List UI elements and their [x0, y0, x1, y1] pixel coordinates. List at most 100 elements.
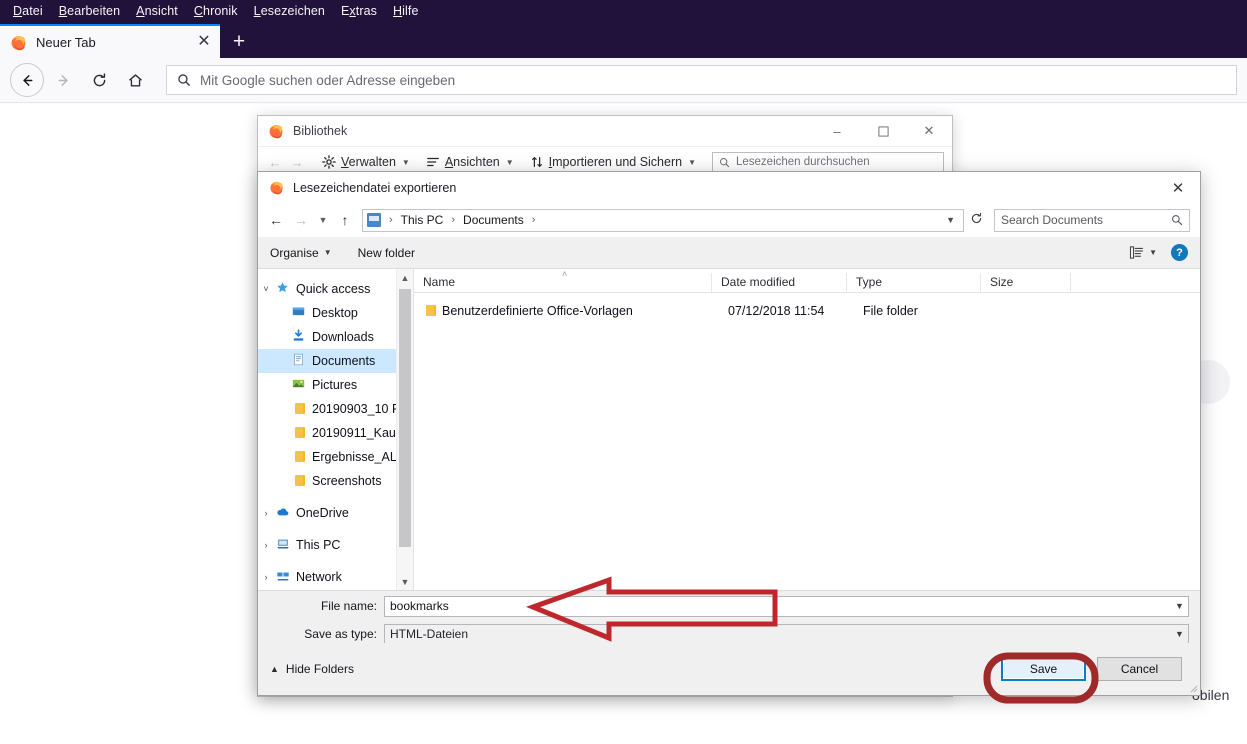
tree-item-label: 20190911_Kaufb [312, 426, 407, 440]
library-search-input[interactable]: Lesezeichen durchsuchen [712, 151, 944, 173]
tree-item-label: Ergebnisse_ALT [312, 450, 404, 464]
filetype-select[interactable]: HTML-Dateien ▼ [384, 623, 1189, 645]
tab-neuer-tab[interactable]: Neuer Tab ✕ [0, 24, 220, 58]
tree-item-desktop[interactable]: Desktop 📌 [258, 301, 413, 325]
firefox-logo-icon [269, 125, 283, 139]
menu-item-lesezeichen[interactable]: Lesezeichen [247, 2, 332, 20]
column-header-date-modified[interactable]: Date modified [711, 273, 846, 292]
chevron-down-icon[interactable]: ▼ [1171, 629, 1188, 639]
chevron-down-icon[interactable]: ▼ [397, 573, 413, 590]
chevron-down-icon[interactable]: ▼ [1171, 601, 1188, 611]
tree-item-label: 20190903_10 Rat [312, 402, 409, 416]
chevron-down-icon[interactable]: ▼ [942, 215, 959, 225]
organise-button[interactable]: Organise ▼ [270, 246, 332, 260]
filename-label: File name: [320, 599, 377, 613]
forward-arrow-icon[interactable] [46, 63, 80, 97]
navigation-toolbar: Mit Google suchen oder Adresse eingeben [0, 58, 1247, 103]
tree-item-this-pc[interactable]: › This PC [258, 533, 413, 557]
menu-item-extras[interactable]: Extras [334, 2, 384, 20]
filename-value: bookmarks [390, 599, 449, 613]
home-icon[interactable] [118, 63, 152, 97]
view-layout-button[interactable]: ▼ [1129, 245, 1157, 260]
forward-arrow-icon[interactable]: → [289, 208, 313, 232]
folder-icon [290, 473, 307, 489]
cancel-button[interactable]: Cancel [1097, 657, 1182, 681]
help-icon[interactable]: ? [1171, 244, 1188, 261]
library-back-icon[interactable]: ← [266, 155, 284, 170]
maximize-button[interactable] [860, 116, 906, 146]
search-icon [178, 74, 190, 86]
column-header-type[interactable]: Type [846, 273, 980, 292]
filetype-value: HTML-Dateien [390, 627, 469, 641]
library-import-export-menu[interactable]: Importieren und Sichern ▼ [524, 153, 702, 171]
chevron-right-icon[interactable]: › [258, 540, 274, 550]
scrollbar-thumb[interactable] [399, 289, 411, 547]
tree-item-folder-20190903[interactable]: 20190903_10 Rat [258, 397, 413, 421]
tree-item-downloads[interactable]: Downloads 📌 [258, 325, 413, 349]
tree-item-folder-20190911[interactable]: 20190911_Kaufb [258, 421, 413, 445]
library-views-menu[interactable]: Ansichten ▼ [420, 153, 520, 171]
firefox-logo-icon [270, 181, 283, 195]
filetype-label: Save as type: [304, 627, 377, 641]
refresh-icon[interactable] [965, 212, 987, 228]
chevron-down-icon[interactable]: ▼ [314, 208, 332, 232]
search-documents-input[interactable]: Search Documents [994, 208, 1190, 232]
tree-item-label: Desktop [312, 306, 358, 320]
menu-item-chronik[interactable]: Chronik [187, 2, 245, 20]
breadcrumb-separator: › [451, 214, 456, 226]
dialog-address-row: ← → ▼ ↑ › This PC › Documents › ▼ Search… [258, 203, 1200, 237]
pictures-icon [290, 377, 307, 393]
url-bar[interactable]: Mit Google suchen oder Adresse eingeben [166, 65, 1237, 95]
folder-icon [290, 425, 307, 441]
close-icon[interactable]: ✕ [194, 32, 214, 52]
address-bar[interactable]: › This PC › Documents › ▼ [362, 208, 964, 232]
library-forward-icon[interactable]: → [288, 155, 306, 170]
tree-item-label: Pictures [312, 378, 358, 392]
menu-item-ansicht[interactable]: Ansicht [129, 2, 185, 20]
export-bookmarks-dialog: Lesezeichendatei exportieren ✕ ← → ▼ ↑ ›… [257, 171, 1201, 696]
breadcrumb-documents[interactable]: Documents [463, 213, 524, 227]
tab-title: Neuer Tab [36, 34, 96, 50]
close-button[interactable]: ✕ [906, 116, 952, 146]
menu-item-datei[interactable]: Datei [6, 2, 50, 20]
cell-date-modified: 07/12/2018 11:54 [728, 303, 825, 318]
breadcrumb-separator: › [531, 214, 536, 226]
breadcrumb-this-pc[interactable]: This PC [401, 213, 444, 227]
menu-item-bearbeiten[interactable]: Bearbeiten [52, 2, 127, 20]
save-button[interactable]: Save [1001, 657, 1086, 681]
url-bar-placeholder: Mit Google suchen oder Adresse eingeben [200, 72, 456, 88]
tree-item-documents[interactable]: Documents 📌 [258, 349, 413, 373]
back-arrow-icon[interactable]: ← [264, 208, 288, 232]
new-tab-button[interactable]: + [222, 24, 256, 58]
tree-item-pictures[interactable]: Pictures 📌 [258, 373, 413, 397]
reload-icon[interactable] [82, 63, 116, 97]
filename-input[interactable]: bookmarks ▼ [384, 595, 1189, 617]
library-manage-menu[interactable]: Verwalten ▼ [316, 153, 416, 171]
chevron-right-icon[interactable]: › [258, 572, 274, 582]
tree-item-network[interactable]: › Network [258, 565, 413, 589]
resize-grip-icon[interactable] [1188, 683, 1198, 693]
chevron-down-icon[interactable]: ˅ [258, 284, 274, 294]
chevron-up-icon[interactable]: ▲ [397, 269, 413, 286]
tree-item-quick-access[interactable]: ˅ Quick access [258, 277, 413, 301]
tree-item-label: Screenshots [312, 474, 382, 488]
navigation-pane-scrollbar[interactable]: ▲ ▼ [396, 269, 413, 590]
minimize-button[interactable]: – [814, 116, 860, 146]
column-header-size[interactable]: Size [980, 273, 1070, 292]
close-icon[interactable]: ✕ [1156, 173, 1200, 203]
table-row[interactable]: Benutzerdefinierte Office-Vorlagen 07/12… [414, 298, 1200, 323]
hide-folders-button[interactable]: ▲ Hide Folders [270, 662, 354, 676]
tree-item-folder-screenshots[interactable]: Screenshots [258, 469, 413, 493]
back-arrow-icon[interactable] [10, 63, 44, 97]
up-arrow-icon[interactable]: ↑ [333, 208, 357, 232]
chevron-right-icon[interactable]: › [258, 508, 274, 518]
screen: Datei Bearbeiten Ansicht Chronik Lesezei… [0, 0, 1247, 744]
menu-item-hilfe[interactable]: Hilfe [386, 2, 426, 20]
tree-item-onedrive[interactable]: › OneDrive [258, 501, 413, 525]
search-icon [720, 157, 730, 167]
cell-name: Benutzerdefinierte Office-Vorlagen [442, 303, 633, 318]
new-folder-button[interactable]: New folder [358, 246, 415, 260]
tree-item-folder-ergebnisse-alt[interactable]: Ergebnisse_ALT [258, 445, 413, 469]
search-placeholder: Search Documents [1001, 213, 1104, 227]
filename-row: File name: bookmarks ▼ [258, 593, 1200, 619]
